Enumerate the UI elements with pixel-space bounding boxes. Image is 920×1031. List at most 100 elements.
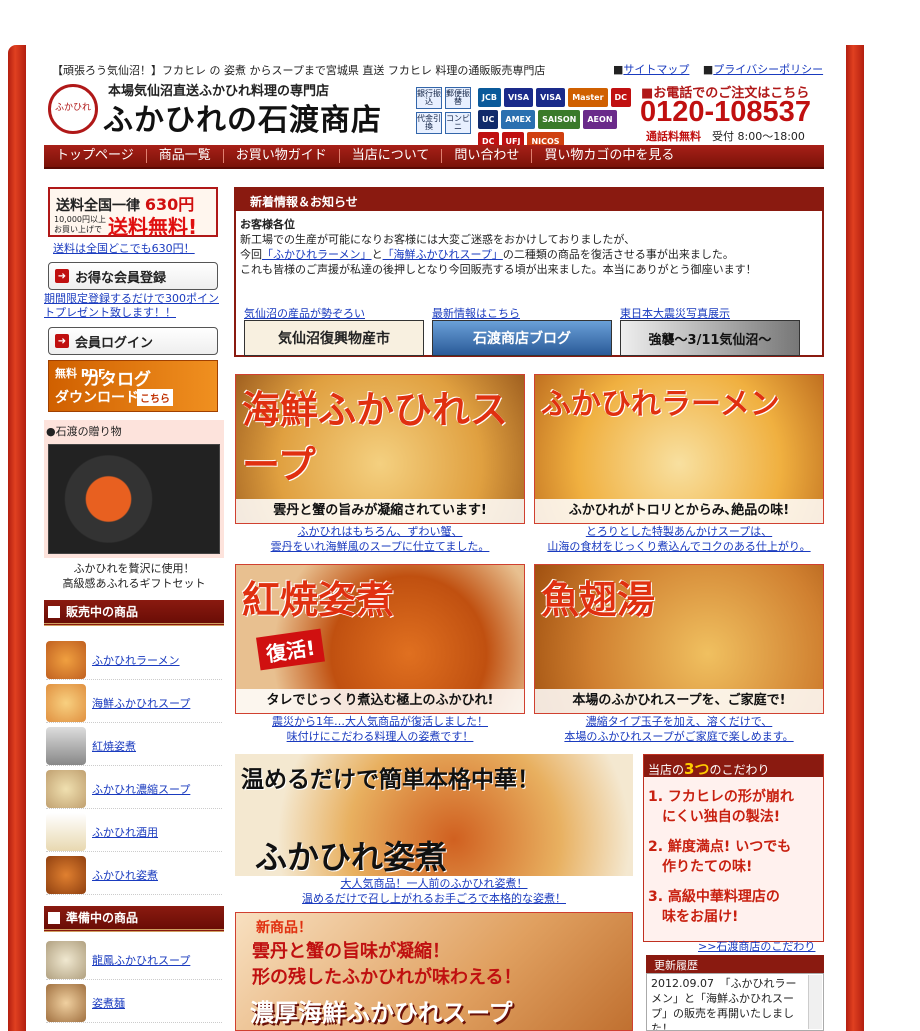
list-item[interactable]: ふかひれ姿煮 <box>46 855 222 895</box>
news-soup-link[interactable]: 「海鮮ふかひれスープ」 <box>383 248 503 261</box>
gift-section[interactable]: ●石渡の贈り物 <box>44 420 224 558</box>
list-item[interactable]: ふかひれ酒用 <box>46 812 222 852</box>
feature-banner[interactable]: 温めるだけで簡単本格中華！ ふかひれ姿煮 <box>235 754 633 876</box>
privacy-link[interactable]: プライバシーポリシー <box>713 63 823 76</box>
free-shipping-text: 送料無料! <box>108 215 198 239</box>
product-caption: ふかひれはもちろん、ずわい蟹、 雲丹をいれ海鮮風のスープに仕立てました。 <box>235 524 525 554</box>
product-caption-link[interactable]: 震災から1年…大人気商品が復活しました！ <box>272 715 488 728</box>
kodawari-heading-text: 当店の <box>648 763 685 777</box>
header-links: ■サイトマップ ■プライバシーポリシー <box>613 63 824 76</box>
card-icon: VISA <box>503 88 534 107</box>
list-item[interactable]: 龍鳳ふかひれスープ <box>46 940 222 980</box>
logo-seal-icon[interactable]: ふかひれ <box>48 84 98 134</box>
news-ramen-link[interactable]: 「ふかひれラーメン」 <box>262 248 372 261</box>
seafood-soup-banner[interactable]: 海鮮ふかひれスープ 雲丹と蟹の旨みが凝縮されています! <box>235 374 525 524</box>
postal-transfer-icon: 郵便振替 <box>445 87 471 109</box>
phone-number[interactable]: 0120-108537 <box>640 96 811 129</box>
feature-caption-link[interactable]: 大人気商品！一人前のふかひれ姿煮！ <box>341 877 528 890</box>
list-item[interactable]: ふかひれ濃縮スープ <box>46 769 222 809</box>
product-caption-link[interactable]: 濃縮タイプ玉子を加え、溶くだけで、 <box>586 715 773 728</box>
new-item-line: 形の残したふかひれが味わえる！ <box>252 967 522 988</box>
fin-soup-banner[interactable]: 魚翅湯 本場のふかひれスープを、ご家庭で! <box>534 564 824 714</box>
braised-fin-banner[interactable]: 紅焼姿煮 復活! タレでじっくり煮込む極上のふかひれ! <box>235 564 525 714</box>
brand-title[interactable]: ふかひれの石渡商店 <box>103 95 382 139</box>
catalog-download-banner[interactable]: 無料 PDF カタログ ダウンロード こちら <box>48 360 218 412</box>
list-item[interactable]: 紅焼姿煮 <box>46 726 222 766</box>
product-thumbnail <box>46 983 86 1022</box>
product-caption: 震災から1年…大人気商品が復活しました！ 味付けにこだわる料理人の姿煮です！ <box>235 714 525 744</box>
new-product-banner[interactable]: 新商品！ 雲丹と蟹の旨味が凝縮！ 形の残したふかひれが味わえる！ 濃厚海鮮ふかひ… <box>235 912 633 1031</box>
feature-name: ふかひれ姿煮 <box>255 838 448 876</box>
product-link[interactable]: ふかひれ姿煮 <box>92 867 158 883</box>
product-link[interactable]: 海鮮ふかひれスープ <box>92 695 190 711</box>
card-icon: JCB <box>478 88 501 107</box>
gift-caption-line: ふかひれを贅沢に使用！ <box>73 562 195 575</box>
square-icon <box>48 911 60 924</box>
kodawari-heading-text: のこだわり <box>709 763 770 777</box>
gift-heading: ●石渡の贈り物 <box>46 425 122 438</box>
feature-caption-link[interactable]: 温めるだけで召し上がれるお手ごろで本格的な姿煮！ <box>302 892 566 905</box>
product-caption-link[interactable]: 山海の食材をじっくり煮込んでコクのある仕上がり。 <box>547 540 810 553</box>
gift-set-image[interactable] <box>48 444 220 554</box>
news-box: 新着情報＆お知らせ お客様各位 新工場での生産が可能になりお客様には大変ご迷惑を… <box>234 187 824 357</box>
product-link[interactable]: 龍鳳ふかひれスープ <box>92 952 190 968</box>
disaster-photo-banner[interactable]: 強襲～3/11気仙沼～ <box>620 320 800 356</box>
product-link[interactable]: ふかひれ濃縮スープ <box>92 781 190 797</box>
blog-banner[interactable]: 石渡商店ブログ <box>432 320 612 356</box>
product-tagline: タレでじっくり煮込む極上のふかひれ! <box>236 689 524 713</box>
new-tag: 新商品！ <box>256 920 312 936</box>
updates-scrollbar[interactable] <box>808 975 822 1029</box>
shipping-link[interactable]: 送料は全国どこでも630円！ <box>53 242 195 255</box>
nav-top[interactable]: トップページ <box>44 149 147 163</box>
logo-text: ふかひれ <box>54 103 91 114</box>
square-icon <box>48 605 60 618</box>
shipping-banner[interactable]: 送料全国一律 630円 10,000円以上 お買い上げで 送料無料! <box>48 187 218 239</box>
product-link[interactable]: ふかひれラーメン <box>92 652 180 668</box>
kodawari-item: 3. 高級中華料理店の <box>648 889 780 905</box>
news-line: これも皆様のご声援が私達の後押しとなり今回販売する頃が出来ました。本当にありがと… <box>240 263 757 276</box>
news-products-link[interactable]: 気仙沼の産品が勢ぞろい <box>244 305 365 321</box>
list-item[interactable]: 姿煮麺 <box>46 983 222 1023</box>
news-photo-link[interactable]: 東日本大震災写真展示 <box>620 305 730 321</box>
product-caption-link[interactable]: 本場のふかひれスープがご家庭で楽しめます。 <box>564 730 793 743</box>
nav-shopping-guide[interactable]: お買い物ガイド <box>224 149 340 163</box>
nav-cart[interactable]: 買い物カゴの中を見る <box>532 149 686 163</box>
on-sale-heading: 販売中の商品 <box>44 600 224 626</box>
bussanichi-banner[interactable]: 気仙沼復興物産市 <box>244 320 424 356</box>
member-points-link[interactable]: 期間限定登録するだけで300ポイントプレゼント致します！！ <box>44 292 219 319</box>
card-icon: DC <box>610 88 632 107</box>
ramen-banner[interactable]: ふかひれラーメン ふかひれがトロリとからみ､絶品の味! <box>534 374 824 524</box>
updates-body[interactable]: 2012.09.07 「ふかひれラーメン」と「海鮮ふかひれスープ」の販売を再開い… <box>646 973 824 1031</box>
list-item[interactable]: ふかひれラーメン <box>46 640 222 680</box>
member-login-button[interactable]: ➜ 会員ログイン <box>48 327 218 355</box>
list-item[interactable]: 海鮮ふかひれスープ <box>46 683 222 723</box>
member-register-button[interactable]: ➜ お得な会員登録 <box>48 262 218 290</box>
left-border-decoration <box>8 45 26 1031</box>
kodawari-item: 1. フカヒレの形が崩れ <box>648 789 794 805</box>
nav-about[interactable]: 当店について <box>340 149 443 163</box>
product-link[interactable]: 紅焼姿煮 <box>92 738 136 754</box>
kodawari-link[interactable]: >>石渡商店のこだわり <box>698 940 815 953</box>
product-title: 紅焼姿煮 <box>242 577 395 622</box>
cod-icon: 代金引換 <box>416 112 442 134</box>
product-caption-link[interactable]: ふかひれはもちろん、ずわい蟹、 <box>298 525 463 538</box>
product-caption-link[interactable]: とろりとした特製あんかけスープは、 <box>586 525 772 538</box>
preparing-heading: 準備中の商品 <box>44 906 224 932</box>
product-caption-link[interactable]: 雲丹をいれ海鮮風のスープに仕立てました。 <box>271 540 490 553</box>
hours-label: 受付 8:00～18:00 <box>712 130 805 143</box>
product-tagline: 本場のふかひれスープを、ご家庭で! <box>535 689 823 713</box>
convenience-store-icon: コンビニ <box>445 112 471 134</box>
news-body: お客様各位 新工場での生産が可能になりお客様には大変ご迷惑をおかけしておりました… <box>240 217 816 277</box>
product-link[interactable]: 姿煮麺 <box>92 995 125 1011</box>
product-thumbnail <box>46 640 86 679</box>
product-link[interactable]: ふかひれ酒用 <box>92 824 158 840</box>
nav-products[interactable]: 商品一覧 <box>147 149 224 163</box>
sitemap-link[interactable]: サイトマップ <box>623 63 689 76</box>
news-latest-link[interactable]: 最新情報はこちら <box>432 305 520 321</box>
kodawari-box: 当店の3つのこだわり 1. フカヒレの形が崩れ にくい独自の製法! 2. 鮮度満… <box>643 754 824 942</box>
product-caption-link[interactable]: 味付けにこだわる料理人の姿煮です！ <box>287 730 474 743</box>
nav-contact[interactable]: 問い合わせ <box>442 149 533 163</box>
news-text: と <box>371 248 383 261</box>
member-register-label: お得な会員登録 <box>75 270 167 286</box>
product-thumbnail <box>46 940 86 979</box>
